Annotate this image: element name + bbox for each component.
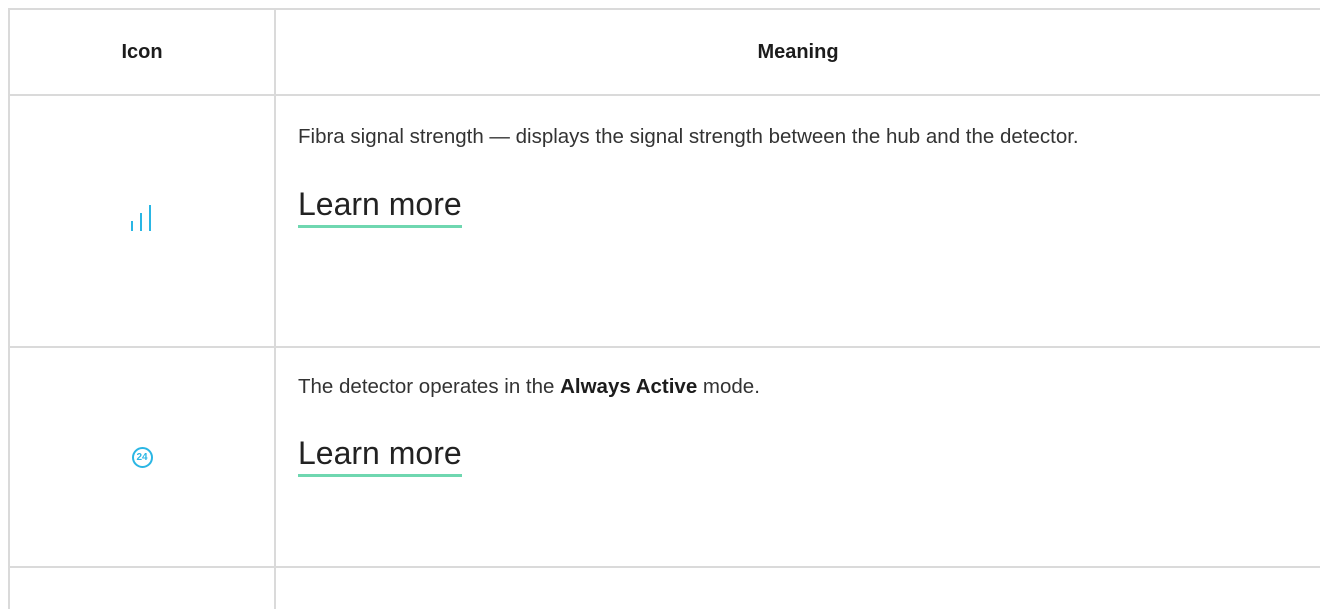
table-row-signal-icon-cell — [10, 96, 274, 346]
learn-more-link[interactable]: Learn more — [298, 434, 462, 477]
table-row-always-active-icon-cell: 24 — [10, 348, 274, 566]
always-active-description: The detector operates in the Always Acti… — [298, 375, 760, 398]
signal-description: Fibra signal strength — displays the sig… — [298, 125, 1079, 148]
header-icon: Icon — [10, 10, 274, 94]
always-active-icon: 24 — [131, 446, 153, 468]
row-divider — [10, 566, 1320, 568]
header-meaning: Meaning — [276, 10, 1320, 94]
signal-strength-icon — [129, 204, 155, 238]
table-row-signal-text-cell: Fibra signal strength — displays the sig… — [276, 96, 1320, 346]
learn-more-link[interactable]: Learn more — [298, 185, 462, 228]
table-row-always-active-text-cell: The detector operates in the Always Acti… — [276, 348, 1320, 566]
icon-meaning-table: Icon Meaning Fibra signal strength — dis… — [8, 8, 1320, 609]
header-icon-label: Icon — [121, 40, 163, 63]
header-meaning-label: Meaning — [757, 40, 839, 63]
mode-name: Always Active — [560, 375, 698, 398]
